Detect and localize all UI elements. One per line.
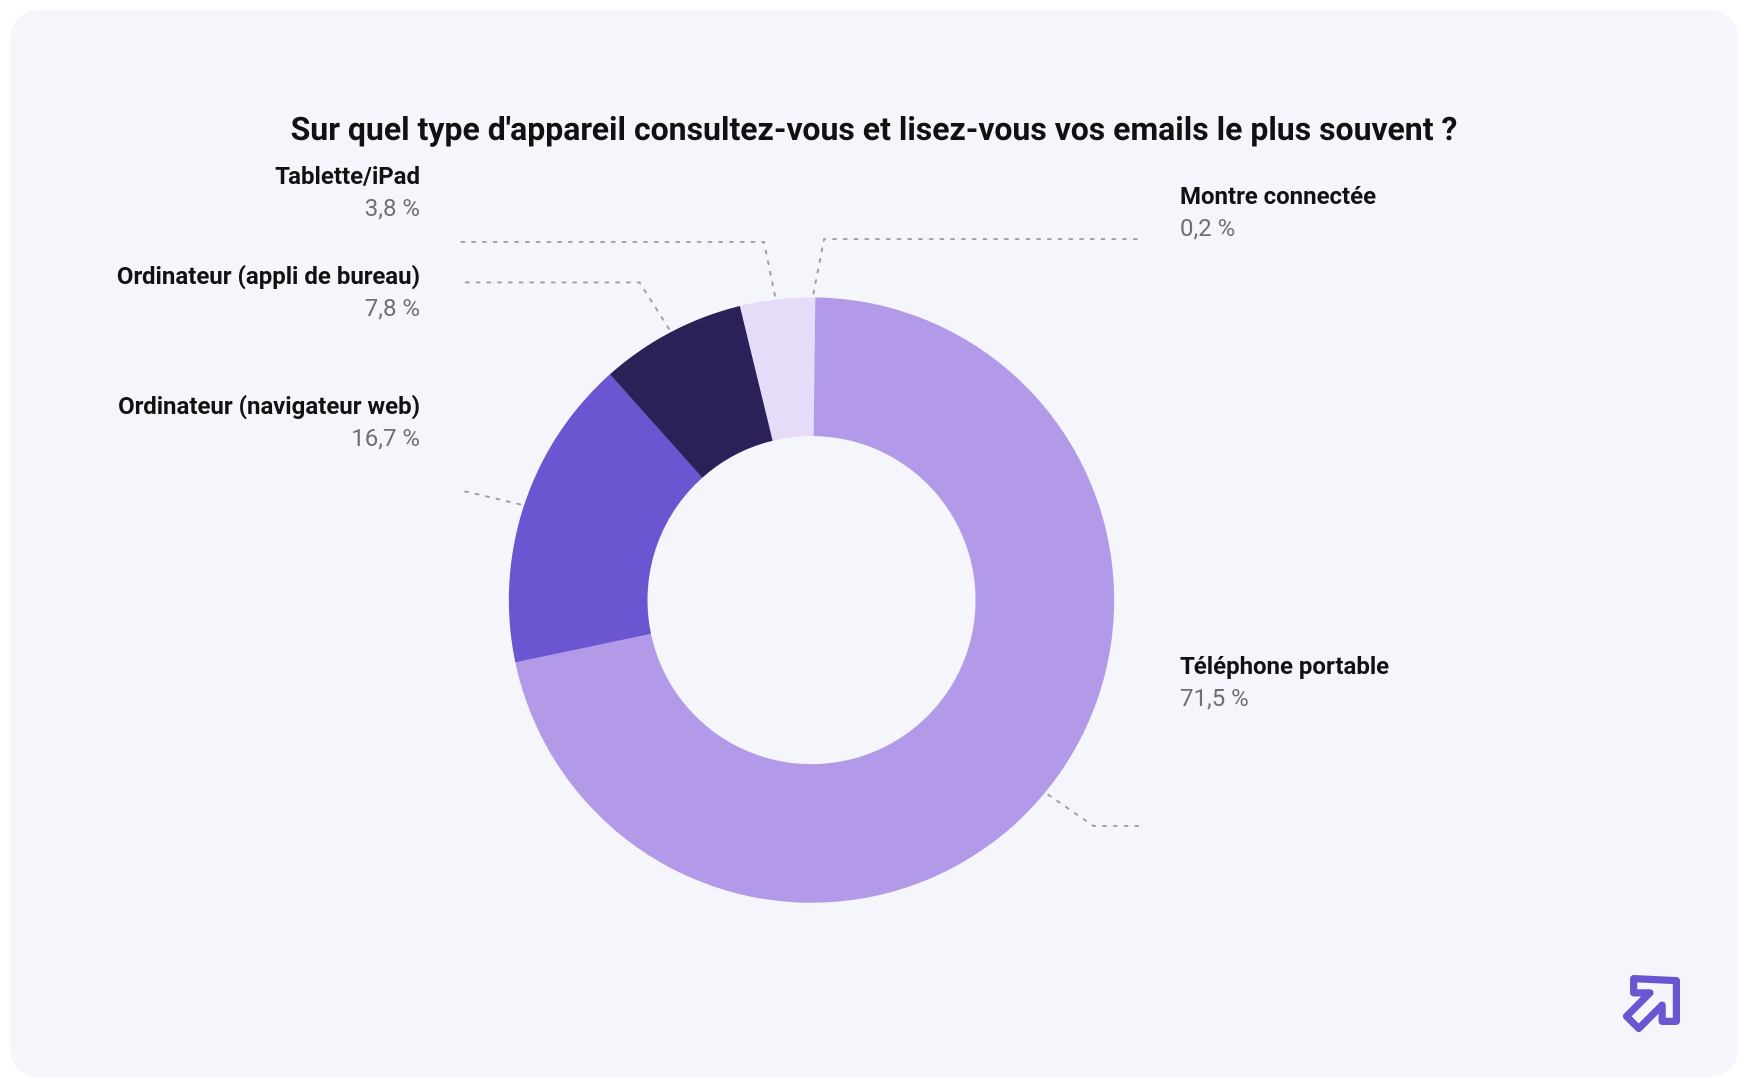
leader-line <box>1048 795 1143 826</box>
leader-line <box>460 282 669 328</box>
brand-logo-icon <box>1618 965 1690 1037</box>
leader-line <box>460 492 520 505</box>
slice-label-name: Tablette/iPad <box>275 160 420 192</box>
donut-chart: Montre connectée0,2 %Téléphone portable7… <box>10 190 1738 1017</box>
leader-line <box>813 239 1143 293</box>
chart-title: Sur quel type d'appareil consultez-vous … <box>10 10 1738 148</box>
leader-line <box>460 242 775 296</box>
